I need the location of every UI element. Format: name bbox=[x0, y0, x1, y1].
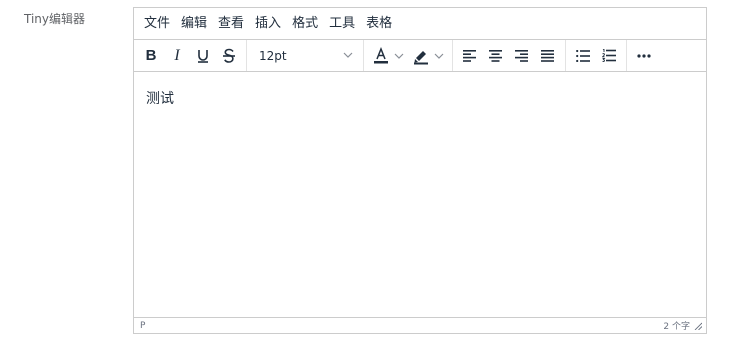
tinymce-editor: 文件 编辑 查看 插入 格式 工具 表格 B I 12pt 测试 P 2 个字 bbox=[133, 7, 707, 334]
statusbar: P 2 个字 bbox=[134, 317, 706, 333]
underline-icon bbox=[198, 49, 208, 63]
word-count[interactable]: 2 个字 bbox=[663, 319, 690, 332]
more-icon bbox=[637, 53, 651, 58]
align-justify-icon bbox=[541, 49, 554, 62]
highlighter-icon bbox=[410, 44, 432, 68]
menu-file[interactable]: 文件 bbox=[144, 16, 170, 32]
strikethrough-icon bbox=[223, 48, 235, 63]
more-button[interactable] bbox=[632, 44, 656, 68]
toolbar: B I 12pt bbox=[134, 40, 706, 72]
align-left-button[interactable] bbox=[458, 44, 482, 68]
menu-table[interactable]: 表格 bbox=[366, 16, 392, 32]
resize-handle-icon[interactable] bbox=[694, 322, 703, 330]
chevron-down-icon bbox=[343, 51, 353, 61]
menu-insert[interactable]: 插入 bbox=[255, 16, 281, 32]
toolbar-group-lists bbox=[566, 40, 627, 71]
menu-tools[interactable]: 工具 bbox=[329, 16, 355, 32]
editor-content[interactable]: 测试 bbox=[134, 72, 706, 318]
menu-edit[interactable]: 编辑 bbox=[181, 16, 207, 32]
italic-button[interactable]: I bbox=[165, 44, 189, 68]
align-right-icon bbox=[515, 49, 528, 62]
align-center-icon bbox=[489, 49, 502, 62]
statusbar-right: 2 个字 bbox=[663, 319, 703, 332]
toolbar-group-formatting: B I bbox=[134, 40, 247, 71]
strikethrough-button[interactable] bbox=[217, 44, 241, 68]
underline-button[interactable] bbox=[191, 44, 215, 68]
toolbar-group-alignment bbox=[453, 40, 566, 71]
content-paragraph: 测试 bbox=[146, 91, 174, 107]
text-color-button[interactable] bbox=[370, 44, 406, 68]
align-right-button[interactable] bbox=[510, 44, 534, 68]
field-label: Tiny编辑器 bbox=[24, 12, 86, 26]
text-color-icon bbox=[370, 44, 392, 68]
align-center-button[interactable] bbox=[484, 44, 508, 68]
bold-button[interactable]: B bbox=[139, 44, 163, 68]
chevron-down-icon[interactable] bbox=[392, 44, 406, 68]
numbered-list-icon bbox=[602, 49, 616, 62]
align-left-icon bbox=[463, 49, 476, 62]
element-path[interactable]: P bbox=[140, 321, 145, 331]
menu-format[interactable]: 格式 bbox=[292, 16, 318, 32]
align-justify-button[interactable] bbox=[536, 44, 560, 68]
menubar: 文件 编辑 查看 插入 格式 工具 表格 bbox=[134, 8, 706, 40]
toolbar-group-colors bbox=[364, 40, 453, 71]
bullet-list-button[interactable] bbox=[571, 44, 595, 68]
chevron-down-icon[interactable] bbox=[432, 44, 446, 68]
toolbar-group-fontsize: 12pt bbox=[247, 40, 364, 71]
font-size-value: 12pt bbox=[259, 48, 287, 63]
toolbar-group-more bbox=[627, 40, 661, 71]
font-size-select[interactable]: 12pt bbox=[251, 44, 359, 68]
bullet-list-icon bbox=[576, 49, 590, 62]
numbered-list-button[interactable] bbox=[597, 44, 621, 68]
highlight-color-button[interactable] bbox=[410, 44, 446, 68]
menu-view[interactable]: 查看 bbox=[218, 16, 244, 32]
